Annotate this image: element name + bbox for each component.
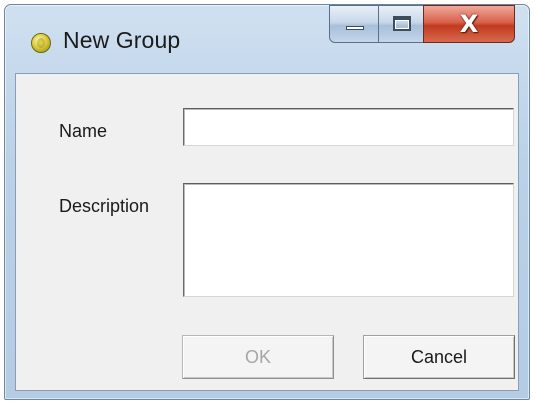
dialog-body: Name Description OK Cancel — [15, 73, 519, 391]
maximize-icon — [393, 16, 411, 31]
minimize-icon — [346, 26, 364, 30]
window-title: New Group — [63, 27, 181, 53]
description-label: Description — [59, 196, 150, 216]
maximize-button[interactable] — [378, 5, 424, 43]
name-label: Name — [59, 121, 108, 141]
app-orb-icon — [31, 33, 51, 53]
description-field[interactable] — [183, 183, 514, 297]
name-field[interactable] — [183, 108, 514, 146]
cancel-button[interactable]: Cancel — [363, 335, 515, 379]
dialog-window: New Group X Name Description OK Cancel — [4, 4, 530, 400]
ok-button[interactable]: OK — [182, 335, 334, 379]
close-icon: X — [459, 10, 479, 38]
title-bar[interactable]: New Group X — [5, 5, 529, 73]
close-button[interactable]: X — [423, 5, 515, 43]
minimize-button[interactable] — [329, 5, 379, 43]
